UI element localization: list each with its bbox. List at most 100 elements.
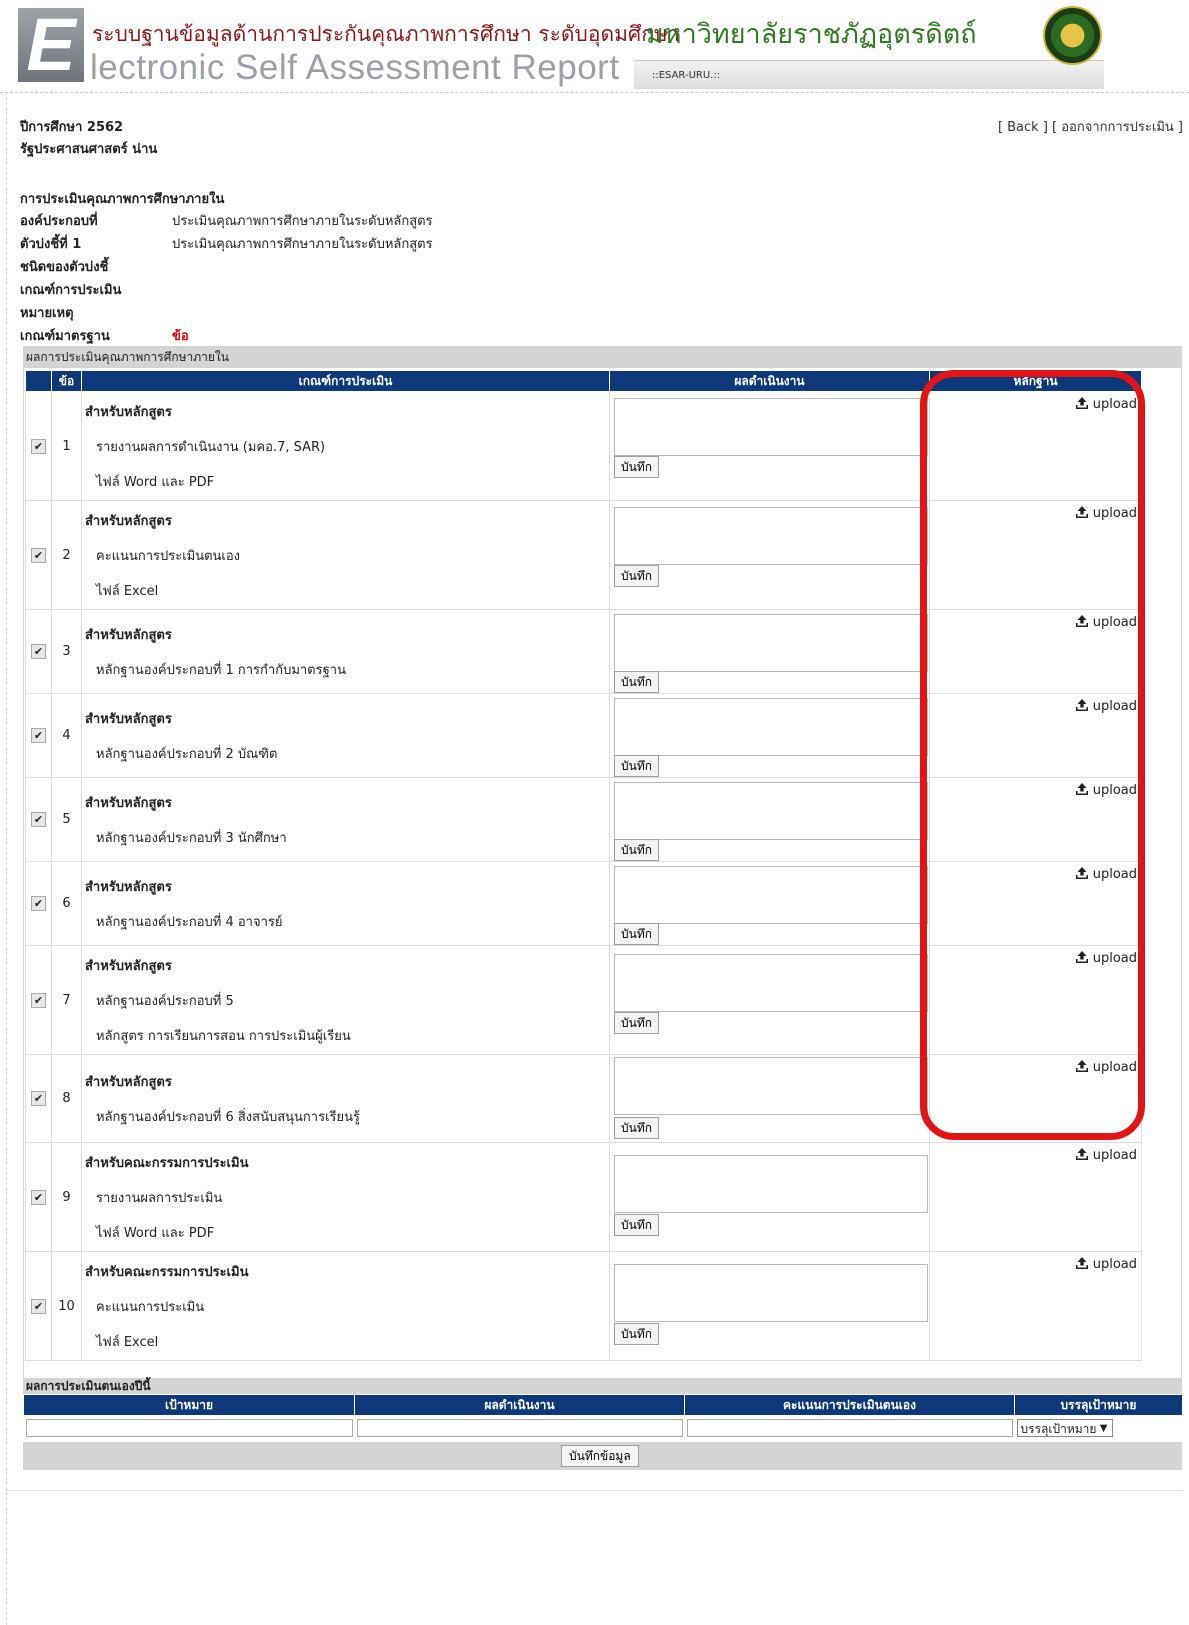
system-title-thai: ระบบฐานข้อมูลด้านการประกันคุณภาพการศึกษา… (92, 22, 680, 46)
criteria-line: หลักฐานองค์ประกอบที่ 2 บัณฑิต (96, 746, 278, 762)
row-checkbox[interactable]: ✔ (31, 896, 46, 911)
row-number: 10 (51, 1251, 82, 1361)
save-row-button[interactable]: บันทึก (614, 1117, 659, 1139)
check-cell: ✔ (25, 609, 52, 694)
criteria-cell: สำหรับคณะกรรมการประเมิน คะแนนการประเมิน ไฟ… (81, 1251, 610, 1361)
self-score-input[interactable] (686, 1419, 1013, 1437)
check-cell: ✔ (25, 500, 52, 610)
save-row-button[interactable]: บันทึก (614, 923, 659, 945)
criteria-line: คะแนนการประเมินตนเอง (96, 548, 241, 564)
criteria-cell: สำหรับหลักสูตร หลักฐานองค์ประกอบที่ 1 การ… (81, 609, 610, 694)
criteria-cell: สำหรับคณะกรรมการประเมิน รายงานผลการประเมิ… (81, 1142, 610, 1252)
row-checkbox[interactable]: ✔ (31, 812, 46, 827)
save-row-button[interactable]: บันทึก (614, 565, 659, 587)
upload-link[interactable]: upload (1075, 1256, 1137, 1272)
system-title-english: lectronic Self Assessment Report (90, 48, 620, 87)
upload-link[interactable]: upload (1075, 1147, 1137, 1163)
evaluation-row: ✔ 7 สำหรับหลักสูตร หลักฐานองค์ประกอบที่ 5 หล… (25, 945, 1142, 1055)
upload-link[interactable]: upload (1075, 950, 1137, 966)
result-textarea[interactable] (614, 1264, 928, 1322)
row-number: 4 (51, 693, 82, 778)
criteria-line: รายงานผลการดำเนินงาน (มคอ.7, SAR) (96, 439, 326, 455)
criteria-cell: สำหรับหลักสูตร หลักฐานองค์ประกอบที่ 4 อาจ… (81, 861, 610, 946)
evaluation-row: ✔ 3 สำหรับหลักสูตร หลักฐานองค์ประกอบที่ 1 ก… (25, 609, 1142, 694)
criteria-heading: สำหรับหลักสูตร (85, 627, 172, 643)
result-textarea[interactable] (614, 1057, 928, 1115)
result-textarea[interactable] (614, 698, 928, 756)
upload-link[interactable]: upload (1075, 396, 1137, 412)
row-checkbox[interactable]: ✔ (31, 1298, 46, 1314)
criteria-heading: สำหรับหลักสูตร (85, 879, 172, 895)
upload-link[interactable]: upload (1075, 1059, 1137, 1075)
col-result: ผลดำเนินงาน (609, 370, 930, 392)
upload-icon (1075, 1060, 1088, 1072)
save-row-button[interactable]: บันทึก (614, 671, 659, 693)
evaluation-row: ✔ 10 สำหรับคณะกรรมการประเมิน คะแนนการประเมิ… (25, 1251, 1142, 1361)
check-cell: ✔ (25, 1251, 52, 1361)
upload-link[interactable]: upload (1075, 866, 1137, 882)
save-row-button[interactable]: บันทึก (614, 456, 659, 478)
criteria-cell: สำหรับหลักสูตร หลักฐานองค์ประกอบที่ 6 สิ่… (81, 1054, 610, 1143)
header-divider (0, 92, 1189, 93)
row-checkbox[interactable]: ✔ (31, 644, 46, 659)
row-checkbox[interactable]: ✔ (31, 1189, 46, 1205)
upload-link[interactable]: upload (1075, 698, 1137, 714)
achieved-select[interactable]: บรรลุเป้าหมาย ▼ (1016, 1419, 1113, 1437)
col-evidence: หลักฐาน (929, 370, 1142, 392)
header-tab-strip: ::ESAR-URU.:: (634, 60, 1104, 89)
evidence-cell: upload (929, 861, 1142, 946)
row-checkbox[interactable]: ✔ (31, 1091, 46, 1106)
upload-icon (1075, 1257, 1088, 1269)
evaluation-row: ✔ 4 สำหรับหลักสูตร หลักฐานองค์ประกอบที่ 2 บ… (25, 693, 1142, 778)
row-checkbox[interactable]: ✔ (31, 728, 46, 743)
result-textarea[interactable] (614, 398, 928, 456)
row-checkbox[interactable]: ✔ (31, 992, 46, 1008)
save-row-button[interactable]: บันทึก (614, 755, 659, 777)
logout-link[interactable]: [ ออกจากการประเมิน ] (1052, 120, 1183, 135)
performance-input[interactable] (356, 1419, 683, 1437)
result-textarea[interactable] (614, 507, 928, 565)
upload-link[interactable]: upload (1075, 505, 1137, 521)
upload-link[interactable]: upload (1075, 614, 1137, 630)
col-achieved: บรรลุเป้าหมาย (1014, 1394, 1183, 1416)
check-cell: ✔ (25, 1142, 52, 1252)
target-input[interactable] (25, 1419, 353, 1437)
criteria-line: หลักสูตร การเรียนการสอน การประเมินผู้เรี… (96, 1028, 351, 1044)
back-link[interactable]: [ Back ] (998, 120, 1048, 135)
row-number: 6 (51, 861, 82, 946)
check-cell: ✔ (25, 391, 52, 501)
save-row-button[interactable]: บันทึก (614, 1323, 659, 1345)
criteria-cell: สำหรับหลักสูตร คะแนนการประเมินตนเอง ไฟล์ E… (81, 500, 610, 610)
evidence-cell: upload (929, 391, 1142, 501)
col-no: ข้อ (51, 370, 82, 392)
evidence-cell: upload (929, 945, 1142, 1055)
evaluation-panel-title: ผลการประเมินคุณภาพการศึกษาภายใน (23, 346, 1182, 368)
university-name: มหาวิทยาลัยราชภัฏอุตรดิตถ์ (646, 19, 977, 50)
self-assessment-title: ผลการประเมินตนเองปีนี้ (23, 1378, 1182, 1394)
col-performance: ผลดำเนินงาน (354, 1394, 685, 1416)
check-cell: ✔ (25, 1054, 52, 1143)
row-checkbox[interactable]: ✔ (31, 547, 46, 563)
upload-link[interactable]: upload (1075, 782, 1137, 798)
result-cell: บันทึก (609, 1142, 930, 1252)
top-links: [ Back ] [ ออกจากการประเมิน ] (998, 116, 1183, 137)
row-number: 9 (51, 1142, 82, 1252)
result-textarea[interactable] (614, 614, 928, 672)
save-row-button[interactable]: บันทึก (614, 839, 659, 861)
result-textarea[interactable] (614, 1155, 928, 1213)
result-textarea[interactable] (614, 866, 928, 924)
save-row-button[interactable]: บันทึก (614, 1214, 659, 1236)
save-row-button[interactable]: บันทึก (614, 1012, 659, 1034)
save-data-button[interactable]: บันทึกข้อมูล (561, 1445, 639, 1467)
result-textarea[interactable] (614, 954, 928, 1012)
info-row-criteria: เกณฑ์การประเมิน (20, 283, 122, 298)
col-criteria: เกณฑ์การประเมิน (81, 370, 610, 392)
info-row-component: องค์ประกอบที่ ประเมินคุณภาพการศึกษาภายในร… (20, 214, 433, 229)
criteria-heading: สำหรับคณะกรรมการประเมิน (85, 1155, 249, 1171)
col-self-score: คะแนนการประเมินตนเอง (684, 1394, 1015, 1416)
result-textarea[interactable] (614, 782, 928, 840)
info-row-note: หมายเหตุ (20, 306, 74, 321)
row-checkbox[interactable]: ✔ (31, 438, 46, 454)
criteria-cell: สำหรับหลักสูตร หลักฐานองค์ประกอบที่ 2 บัณ… (81, 693, 610, 778)
evidence-cell: upload (929, 1251, 1142, 1361)
